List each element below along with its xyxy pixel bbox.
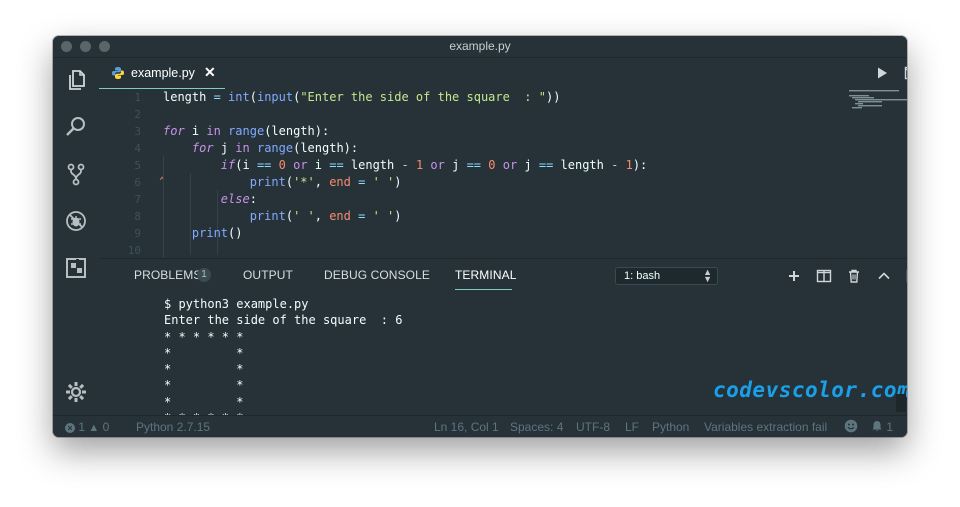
split-terminal-icon[interactable] bbox=[816, 268, 832, 284]
select-arrows-icon: ▲ ▼ bbox=[703, 267, 712, 284]
line-number: 10 bbox=[127, 244, 141, 257]
run-icon[interactable] bbox=[874, 65, 890, 81]
status-bar: × 1 ▲ 0 Python 2.7.15 Ln 16, Col 1 Space… bbox=[53, 415, 907, 437]
code-line-5: if(i == 0 or i == length - 1 or j == 0 o… bbox=[220, 158, 648, 172]
tab-label: example.py bbox=[131, 66, 195, 80]
source-control-icon[interactable] bbox=[64, 162, 88, 186]
gear-icon[interactable] bbox=[64, 380, 88, 404]
tab-problems[interactable]: PROBLEMS bbox=[134, 268, 202, 282]
editor-tab-bar: example.py ✕ bbox=[99, 58, 907, 89]
vscode-window: example.py example.py ✕ 1 2 3 4 5 6 7 8 … bbox=[53, 36, 907, 437]
terminal-line: * * bbox=[164, 345, 244, 360]
python-file-icon bbox=[111, 66, 125, 80]
tab-output[interactable]: OUTPUT bbox=[243, 268, 293, 282]
notification-count: 1 bbox=[886, 420, 894, 434]
line-number: 9 bbox=[134, 227, 141, 240]
code-editor[interactable]: 1 2 3 4 5 6 7 8 9 10 ⌃ length = int(inpu… bbox=[99, 88, 907, 272]
tab-debug-console[interactable]: DEBUG CONSOLE bbox=[324, 268, 430, 282]
terminal-line: * * bbox=[164, 378, 244, 393]
search-icon[interactable] bbox=[64, 115, 88, 139]
bell-icon bbox=[871, 420, 886, 434]
code-line-6: print('*', end = ' ') bbox=[249, 175, 402, 189]
code-line-3: for i in range(length): bbox=[163, 124, 330, 138]
line-number: 2 bbox=[134, 108, 141, 121]
toggle-panel-icon[interactable] bbox=[906, 268, 907, 284]
terminal-line: * * * * * * bbox=[164, 329, 244, 344]
error-count: 1 bbox=[78, 420, 86, 434]
line-number: 4 bbox=[134, 142, 141, 155]
message-status: Variables extraction fail bbox=[704, 420, 828, 434]
debug-icon[interactable] bbox=[64, 209, 88, 233]
activity-bar bbox=[53, 58, 99, 415]
add-terminal-icon[interactable] bbox=[786, 268, 802, 284]
split-editor-icon[interactable] bbox=[904, 65, 907, 81]
tab-example-py[interactable]: example.py ✕ bbox=[99, 58, 225, 89]
terminal-select[interactable]: 1: bash ▲ ▼ bbox=[615, 267, 718, 285]
interpreter-status[interactable]: Python 2.7.15 bbox=[136, 420, 210, 434]
line-number: 6 bbox=[134, 176, 141, 189]
terminal-line: * * bbox=[164, 394, 244, 409]
close-icon[interactable]: ✕ bbox=[204, 64, 216, 81]
line-number: 8 bbox=[134, 210, 141, 223]
line-number: 5 bbox=[134, 159, 141, 172]
problems-count-badge: 1 bbox=[197, 268, 211, 282]
minimap[interactable] bbox=[849, 90, 907, 130]
encoding-status[interactable]: UTF-8 bbox=[576, 420, 610, 434]
window-title: example.py bbox=[449, 39, 511, 53]
line-number: 7 bbox=[134, 193, 141, 206]
terminal-line: Enter the side of the square : 6 bbox=[164, 313, 403, 328]
chevron-up-icon[interactable] bbox=[876, 268, 892, 284]
smiley-icon[interactable] bbox=[844, 419, 858, 436]
code-line-8: print(' ', end = ' ') bbox=[249, 209, 402, 223]
code-line-1: length = int(input("Enter the side of th… bbox=[163, 90, 561, 104]
terminal-scrollbar[interactable] bbox=[896, 394, 906, 412]
terminal-select-value: 1: bash bbox=[624, 270, 661, 282]
warning-icon: ▲ bbox=[88, 422, 100, 434]
eol-status[interactable]: LF bbox=[625, 420, 639, 434]
terminal-line: * * bbox=[164, 362, 244, 377]
error-icon: × bbox=[65, 423, 75, 433]
terminal-line: $ python3 example.py bbox=[164, 297, 309, 311]
tab-terminal[interactable]: TERMINAL bbox=[455, 268, 516, 282]
trash-icon[interactable] bbox=[846, 268, 862, 284]
line-number: 3 bbox=[134, 125, 141, 138]
watermark: codevscolor.com bbox=[713, 378, 907, 402]
problems-status[interactable]: × 1 ▲ 0 bbox=[65, 420, 109, 434]
extensions-icon[interactable] bbox=[64, 256, 88, 280]
code-line-7: else: bbox=[220, 192, 257, 206]
code-line-9: print() bbox=[191, 226, 243, 240]
notifications-status[interactable]: 1 bbox=[871, 420, 893, 434]
indentation-status[interactable]: Spaces: 4 bbox=[510, 420, 563, 434]
title-bar: example.py bbox=[53, 36, 907, 58]
code-line-4: for j in range(length): bbox=[191, 141, 359, 155]
files-icon[interactable] bbox=[64, 68, 88, 92]
cursor-position-status[interactable]: Ln 16, Col 1 bbox=[434, 420, 499, 434]
active-tab-indicator bbox=[455, 289, 512, 290]
line-number: 1 bbox=[134, 91, 141, 104]
warning-count: 0 bbox=[102, 420, 110, 434]
language-status[interactable]: Python bbox=[652, 420, 689, 434]
